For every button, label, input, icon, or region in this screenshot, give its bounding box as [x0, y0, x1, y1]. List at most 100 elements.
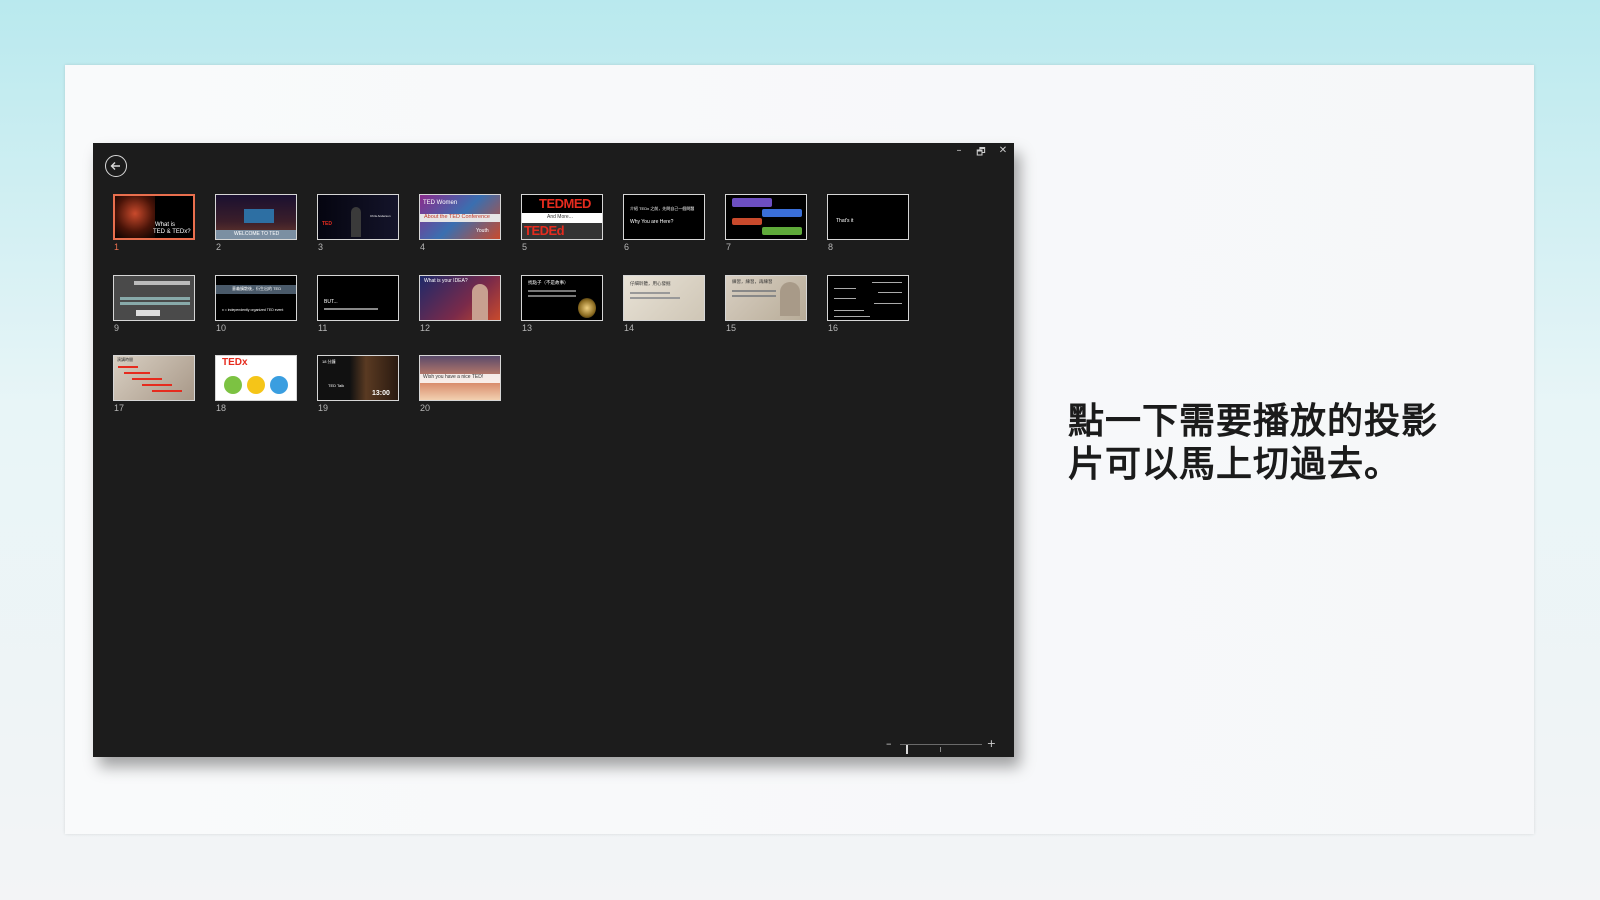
slide-number: 14	[624, 323, 635, 333]
slide-thumbnail-18[interactable]: TEDx	[215, 355, 297, 401]
zoom-tick	[940, 747, 941, 752]
text-line	[324, 308, 378, 310]
text-line	[134, 281, 190, 285]
slide-text: What is your IDEA?	[424, 278, 468, 284]
text-line	[132, 378, 162, 380]
slide-text: TED Women	[423, 200, 458, 206]
slide-text: 練習，練習，再練習	[732, 279, 773, 284]
slide-number: 20	[420, 403, 431, 413]
slide-thumbnail-16[interactable]	[827, 275, 909, 321]
slide-text: TED & TEDx?	[153, 229, 191, 235]
slide-thumbnail-8[interactable]: That's it	[827, 194, 909, 240]
slide-number: 11	[318, 323, 328, 333]
zoom-track[interactable]	[900, 744, 982, 754]
text-line	[630, 292, 670, 294]
slide-text: BUT...	[324, 299, 338, 305]
slide-text: 找點子（不是故事）	[528, 280, 569, 285]
slide-number: 15	[726, 323, 737, 333]
text-line	[528, 295, 576, 297]
text-line	[142, 384, 172, 386]
slide-thumbnail-11[interactable]: BUT...	[317, 275, 399, 321]
caption-text: 點一下需要播放的投影 片可以馬上切過去。	[1068, 400, 1488, 486]
slide-thumbnail-6[interactable]: 介紹 TEDx 之前，先問自己一個問題 Why You are Here?	[623, 194, 705, 240]
slide-number: 10	[216, 323, 227, 333]
slide-thumbnail-9[interactable]	[113, 275, 195, 321]
slide-number: 6	[624, 242, 630, 252]
circle-yellow	[247, 376, 265, 394]
zoom-handle[interactable]	[906, 745, 908, 754]
slide-thumbnail-19[interactable]: 18 分鐘 TED Talk 13:00	[317, 355, 399, 401]
speech-bubble	[732, 198, 772, 207]
text-line	[732, 290, 776, 292]
slide-thumbnail-13[interactable]: 找點子（不是故事）	[521, 275, 603, 321]
slide-thumbnail-10[interactable]: 意義擴散後，衍生出的 TED x = independently organiz…	[215, 275, 297, 321]
lightbulb-image	[115, 196, 155, 238]
slide-thumbnail-17[interactable]: 演講時間	[113, 355, 195, 401]
window-controls: – 🗗 ✕	[954, 145, 1008, 162]
slide-thumbnail-5[interactable]: TEDMED And More... TEDEd	[521, 194, 603, 240]
caption-line-2: 片可以馬上切過去。	[1068, 444, 1402, 486]
slide-thumbnail-12[interactable]: What is your IDEA?	[419, 275, 501, 321]
slide-number: 17	[114, 403, 125, 413]
slide-number: 19	[318, 403, 329, 413]
speech-bubble	[762, 227, 802, 235]
slide-text: Wish you have a nice TED!	[423, 374, 484, 380]
text-line	[124, 372, 150, 374]
circle-blue	[270, 376, 288, 394]
speech-bubble	[762, 209, 802, 217]
lightbulb-image	[578, 298, 596, 318]
text-line	[874, 303, 902, 304]
slide-thumbnail-20[interactable]: Wish you have a nice TED!	[419, 355, 501, 401]
slide-text: x = independently organized TED event	[222, 308, 284, 312]
text-line	[834, 288, 856, 289]
zoom-slider[interactable]: – +	[886, 737, 996, 754]
speaker-figure	[472, 284, 488, 320]
slide-thumbnail-4[interactable]: TED Women About the TED Conference Youth	[419, 194, 501, 240]
slide-number: 8	[828, 242, 834, 252]
slide-text: 18 分鐘	[322, 359, 336, 364]
slide-number: 16	[828, 323, 839, 333]
slide-text: TED Talk	[328, 383, 345, 388]
slide-number: 13	[522, 323, 533, 333]
slide-text: TEDEd	[524, 223, 565, 238]
slide-thumbnail-2[interactable]: WELCOME TO TED	[215, 194, 297, 240]
statue-image	[780, 282, 800, 316]
slide-text: 演講時間	[117, 357, 133, 362]
back-button[interactable]	[105, 155, 127, 177]
speaker-figure	[351, 207, 361, 237]
circle-green	[224, 376, 242, 394]
slide-text: TED	[322, 221, 332, 227]
slide-text: TEDx	[222, 357, 248, 368]
text-line	[732, 295, 776, 297]
slide-text: TEDMED	[539, 196, 591, 211]
slide-text: 意義擴散後，衍生出的 TED	[232, 286, 282, 291]
zoom-out-icon[interactable]: –	[886, 737, 892, 750]
text-line	[878, 292, 902, 293]
minimize-icon[interactable]: –	[954, 145, 964, 162]
back-arrow-icon	[110, 162, 120, 170]
slide-thumbnail-15[interactable]: 練習，練習，再練習	[725, 275, 807, 321]
text-line	[834, 316, 870, 317]
restore-icon[interactable]: 🗗	[976, 145, 986, 162]
slide-sorter-window: – 🗗 ✕ What is TED & TEDx? 1 WELCOME TO T…	[93, 143, 1014, 757]
slide-text: Youth	[476, 228, 489, 234]
close-icon[interactable]: ✕	[998, 145, 1008, 162]
text-line	[528, 290, 576, 292]
text-line	[834, 298, 856, 299]
text-line	[630, 297, 680, 299]
slide-text: WELCOME TO TED	[234, 231, 280, 237]
slide-text: That's it	[836, 218, 854, 224]
slide-text: 介紹 TEDx 之前，先問自己一個問題	[630, 206, 695, 211]
text-line	[118, 366, 138, 368]
text-line	[872, 282, 902, 283]
slide-thumbnail-3[interactable]: TED Chris Anderson	[317, 194, 399, 240]
slide-thumbnail-1[interactable]: What is TED & TEDx?	[113, 194, 195, 240]
zoom-in-icon[interactable]: +	[987, 737, 996, 750]
slide-text: About the TED Conference	[424, 214, 490, 220]
slide-thumbnail-7[interactable]	[725, 194, 807, 240]
caption-line-1: 點一下需要播放的投影	[1068, 401, 1439, 442]
slide-text: 仔細聆聽，用心發掘	[630, 281, 671, 286]
slide-thumbnail-14[interactable]: 仔細聆聽，用心發掘	[623, 275, 705, 321]
slide-text: Chris Anderson	[370, 214, 391, 218]
slide-number: 1	[114, 242, 120, 252]
